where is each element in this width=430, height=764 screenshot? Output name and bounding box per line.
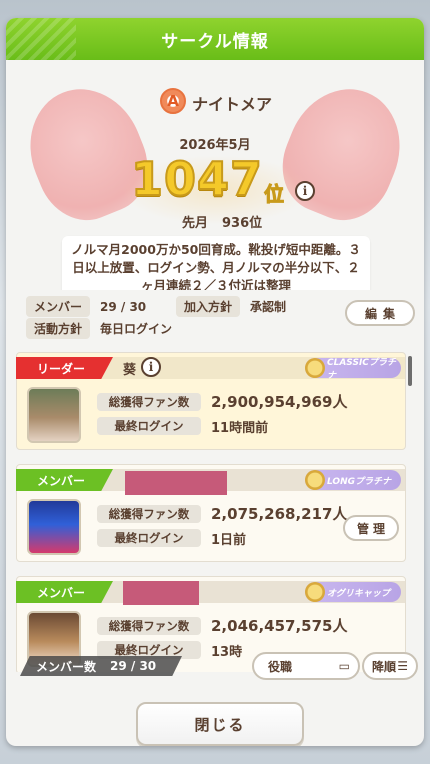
last-login-label: 最終ログイン — [97, 529, 201, 547]
medal-icon — [305, 470, 325, 490]
circle-name: ナイトメア — [192, 95, 273, 114]
activity-policy-label: 活動方針 — [26, 318, 91, 339]
join-policy-label: 加入方針 — [176, 296, 241, 317]
member-card-leader[interactable]: リーダー 葵 i CLASSICプラチナ 総獲得ファン数 2,900,954,9… — [16, 352, 406, 450]
members-label: メンバー — [26, 296, 91, 317]
avatar[interactable] — [27, 499, 81, 555]
close-button[interactable]: 閉じる — [136, 702, 304, 746]
medal-icon — [305, 358, 325, 378]
sort-order-button[interactable]: 降順 ☰ — [362, 652, 418, 680]
role-tag-member: メンバー — [16, 581, 113, 603]
fans-value: 2,075,268,217人 — [211, 505, 348, 523]
member-count-value: 29 / 30 — [110, 659, 157, 673]
chat-icon: ▭ — [338, 659, 350, 673]
ranking-month: 2026年5月 — [179, 138, 251, 153]
role-tag-member: メンバー — [16, 469, 113, 491]
members-field: メンバー 29 / 30 — [26, 296, 146, 317]
last-month-label: 先月 — [182, 216, 209, 231]
role-tag-leader: リーダー — [16, 357, 113, 379]
member-list[interactable]: リーダー 葵 i CLASSICプラチナ 総獲得ファン数 2,900,954,9… — [16, 352, 412, 672]
member-count-bar: メンバー数 29 / 30 — [20, 656, 182, 676]
rank-chip: オグリキャップ — [305, 582, 401, 602]
last-login-value: 11時間前 — [211, 421, 269, 436]
join-policy-field: 加入方針 承認制 — [176, 296, 286, 317]
rank-a-icon: A — [160, 88, 186, 114]
rank-chip: CLASSICプラチナ — [305, 358, 401, 381]
avatar[interactable] — [27, 387, 81, 443]
member-count-label: メンバー数 — [36, 659, 97, 674]
redacted-name — [125, 471, 227, 495]
fans-label: 総獲得ファン数 — [97, 617, 201, 635]
scrollbar[interactable] — [408, 356, 412, 386]
circle-description: ノルマ月2000万か50回育成。靴投げ短中距離。３日以上放置、ログイン勢、月ノル… — [62, 236, 370, 290]
activity-policy-field: 活動方針 毎日ログイン — [26, 318, 172, 339]
circle-info-dialog: サークル情報 A ナイトメア 2026年5月 1047 位 i 先月 936位 ノ… — [6, 18, 424, 746]
fans-label: 総獲得ファン数 — [97, 505, 201, 523]
activity-policy-value: 毎日ログイン — [100, 322, 173, 336]
info-icon[interactable]: i — [295, 181, 315, 201]
circle-header: A ナイトメア 2026年5月 1047 位 i 先月 936位 ノルマ月2000… — [6, 60, 424, 290]
circle-rank-number: 1047 — [130, 151, 264, 207]
title-bar: サークル情報 — [6, 18, 424, 60]
last-month-value: 936位 — [222, 216, 263, 231]
last-login-value: 13時 — [211, 645, 243, 660]
member-card[interactable]: メンバー LONGプラチナ 総獲得ファン数 2,075,268,217人 最終ロ… — [16, 464, 406, 562]
role-filter-label: 役職 — [268, 659, 293, 674]
manage-button[interactable]: 管理 — [343, 515, 399, 541]
circle-rank-suffix: 位 — [264, 182, 285, 207]
info-icon[interactable]: i — [141, 357, 161, 377]
last-login-value: 1日前 — [211, 533, 247, 548]
role-filter-button[interactable]: 役職 ▭ — [252, 652, 360, 680]
join-policy-value: 承認制 — [250, 300, 287, 314]
rank-chip-label: オグリキャップ — [327, 588, 390, 599]
dialog-title: サークル情報 — [161, 31, 269, 52]
fans-value: 2,046,457,575人 — [211, 617, 348, 635]
sort-order-label: 降順 — [372, 659, 397, 674]
edit-button[interactable]: 編集 — [345, 300, 415, 326]
fans-value: 2,900,954,969人 — [211, 393, 348, 411]
rank-chip: LONGプラチナ — [305, 470, 401, 490]
rank-chip-label: LONGプラチナ — [327, 476, 391, 487]
members-value: 29 / 30 — [100, 299, 147, 314]
rank-chip-label: CLASSICプラチナ — [327, 358, 396, 381]
last-login-label: 最終ログイン — [97, 417, 201, 435]
member-name: 葵 — [123, 363, 137, 378]
sort-icon: ☰ — [397, 659, 408, 673]
redacted-name — [123, 581, 199, 605]
fans-label: 総獲得ファン数 — [97, 393, 201, 411]
last-month-rank: 先月 936位 — [182, 212, 276, 231]
medal-icon — [305, 582, 325, 602]
